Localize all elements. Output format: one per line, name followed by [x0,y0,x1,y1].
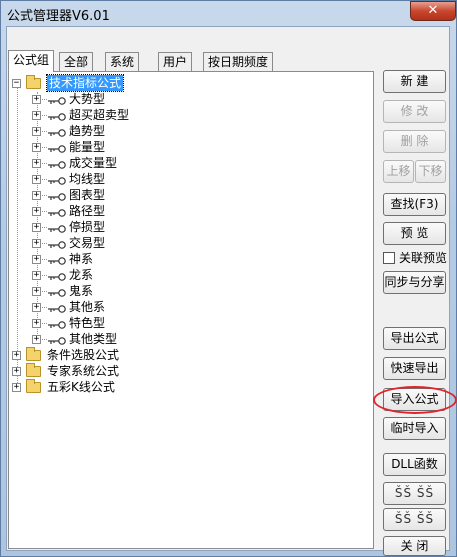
tree-node-label[interactable]: 趋势型 [69,123,105,139]
dll-function-button[interactable]: DLL函数 [383,453,446,476]
formula-key-icon [47,110,67,121]
formula-key-icon [47,126,67,137]
export-formula-button[interactable]: 导出公式 [383,327,446,350]
formula-key-icon [47,94,67,105]
expand-icon[interactable]: + [32,143,41,152]
expand-icon[interactable]: + [32,191,41,200]
temp-import-button[interactable]: 临时导入 [383,417,446,440]
tree-node-label[interactable]: 超买超卖型 [69,107,129,123]
expand-icon[interactable]: + [12,383,21,392]
tree-node-label[interactable]: 成交量型 [69,155,117,171]
formula-key-icon [47,334,67,345]
tree-node-label[interactable]: 路径型 [69,203,105,219]
tree-node-label[interactable]: 专家系统公式 [47,363,119,379]
expand-icon[interactable]: + [32,159,41,168]
expand-icon[interactable]: + [32,271,41,280]
expand-icon[interactable]: + [32,255,41,264]
expand-icon[interactable]: + [12,351,21,360]
garbled-button-2[interactable]: ŠŠ ŠŠ [383,508,446,531]
modify-button[interactable]: 修 改 [383,100,446,123]
tab-by-date-frequency[interactable]: 按日期频度 [203,52,274,71]
tab-system[interactable]: 系统 [105,52,140,71]
sync-share-button[interactable]: 同步与分享 [383,271,446,294]
formula-tree[interactable]: − 技术指标公式 + 大势型 + 超买超卖型 + 趋势型 + 能量型 + 成交量型 + 均线型 + 图表型… [9,72,373,548]
formula-key-icon [47,302,67,313]
tab-strip: 公式组 全部 系统 用户 按日期频度 [8,50,374,72]
expand-icon[interactable]: + [32,223,41,232]
expand-icon[interactable]: + [32,175,41,184]
formula-key-icon [47,318,67,329]
formula-key-icon [47,238,67,249]
tab-user[interactable]: 用户 [158,52,193,71]
formula-key-icon [47,206,67,217]
expand-icon[interactable]: + [32,127,41,136]
formula-key-icon [47,270,67,281]
new-button[interactable]: 新 建 [383,70,446,93]
expand-icon[interactable]: + [32,303,41,312]
tree-node-label[interactable]: 神系 [69,251,93,267]
formula-key-icon [47,286,67,297]
move-up-button[interactable]: 上移 [383,160,414,183]
linked-preview-checkbox[interactable] [383,252,395,264]
formula-key-icon [47,142,67,153]
folder-icon [26,347,41,361]
close-window-button[interactable]: ✕ [410,1,456,21]
delete-button[interactable]: 删 除 [383,130,446,153]
expand-icon[interactable]: + [32,335,41,344]
tree-connector [17,84,18,389]
tree-node-label[interactable]: 龙系 [69,267,93,283]
window-title: 公式管理器V6.01 [7,9,110,24]
close-button[interactable]: 关 闭 [383,536,446,556]
tree-node-label[interactable]: 五彩K线公式 [47,379,115,395]
tree-node-label[interactable]: 交易型 [69,235,105,251]
find-button[interactable]: 查找(F3) [383,193,446,216]
tree-node-label[interactable]: 特色型 [69,315,105,331]
formula-key-icon [47,174,67,185]
tree-node-label[interactable]: 能量型 [69,139,105,155]
expand-icon[interactable]: + [32,111,41,120]
expand-icon[interactable]: + [32,239,41,248]
folder-icon [26,363,41,377]
tree-node-label[interactable]: 大势型 [69,91,105,107]
linked-preview-label: 关联预览 [399,251,448,265]
move-down-button[interactable]: 下移 [415,160,446,183]
formula-key-icon [47,222,67,233]
folder-icon [26,379,41,393]
tab-formula-group[interactable]: 公式组 [8,50,55,72]
title-bar[interactable]: 公式管理器V6.01 ✕ [1,1,456,26]
collapse-icon[interactable]: − [12,79,21,88]
formula-tree-panel[interactable]: − 技术指标公式 + 大势型 + 超买超卖型 + 趋势型 + 能量型 + 成交量型 + 均线型 + 图表型… [8,71,374,549]
expand-icon[interactable]: + [32,319,41,328]
tree-node-label[interactable]: 条件选股公式 [47,347,119,363]
expand-icon[interactable]: + [32,207,41,216]
tree-node-label[interactable]: 其他系 [69,299,105,315]
preview-button[interactable]: 预 览 [383,222,446,245]
formula-key-icon [47,254,67,265]
expand-icon[interactable]: + [12,367,21,376]
formula-key-icon [47,190,67,201]
expand-icon[interactable]: + [32,95,41,104]
tree-node-label[interactable]: 鬼系 [69,283,93,299]
expand-icon[interactable]: + [32,287,41,296]
tree-node-label[interactable]: 均线型 [69,171,105,187]
tree-node-label[interactable]: 图表型 [69,187,105,203]
quick-export-button[interactable]: 快速导出 [383,357,446,380]
folder-icon [26,75,41,89]
tree-node-label[interactable]: 其他类型 [69,331,117,347]
garbled-button-1[interactable]: ŠŠ ŠŠ [383,482,446,505]
tree-node-label[interactable]: 技术指标公式 [45,74,125,92]
tree-node-label[interactable]: 停损型 [69,219,105,235]
highlight-annotation [373,386,457,414]
tab-all[interactable]: 全部 [59,52,94,71]
formula-key-icon [47,158,67,169]
